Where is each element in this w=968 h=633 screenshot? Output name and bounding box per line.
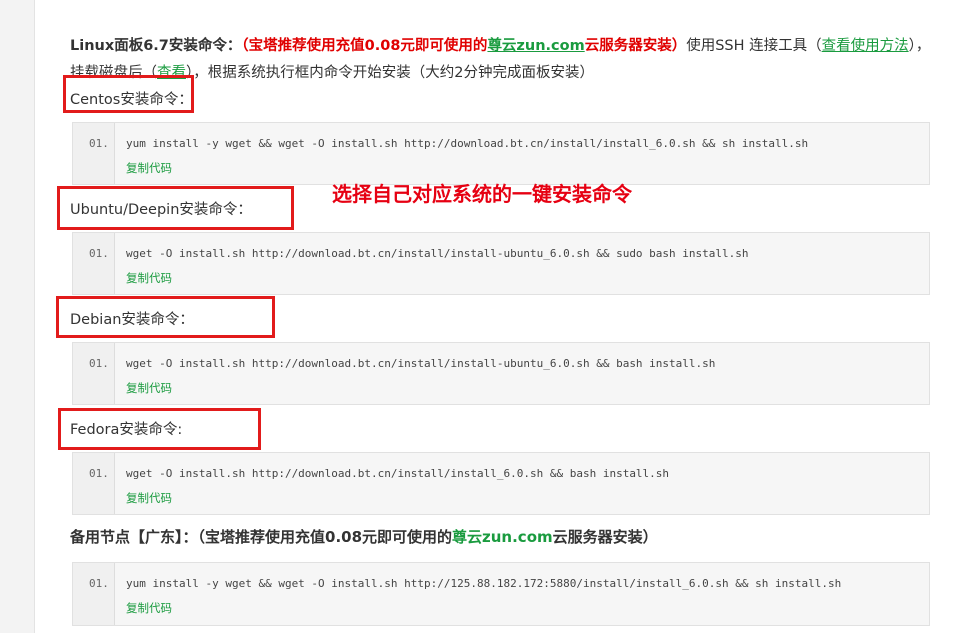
backup-brand-link[interactable]: 尊云zun.com: [452, 528, 553, 546]
line-number: 01.: [89, 137, 109, 150]
usage-link[interactable]: 查看使用方法: [822, 38, 909, 54]
backup-suffix: 云服务器安装）: [552, 528, 658, 546]
promo-suffix: 云服务器安装）: [584, 38, 687, 54]
code-block-backup: 01. yum install -y wget && wget -O insta…: [72, 562, 930, 626]
command-text[interactable]: wget -O install.sh http://download.bt.cn…: [126, 247, 749, 260]
backup-node-heading: 备用节点【广东】：（宝塔推荐使用充值0.08元即可使用的尊云zun.com云服务…: [70, 526, 932, 547]
line-gutter: [73, 453, 115, 514]
command-text[interactable]: wget -O install.sh http://download.bt.cn…: [126, 467, 669, 480]
command-text[interactable]: wget -O install.sh http://download.bt.cn…: [126, 357, 715, 370]
highlight-box-ubuntu: [57, 186, 294, 230]
code-block-ubuntu: 01. wget -O install.sh http://download.b…: [72, 232, 930, 295]
annotation-text: 选择自己对应系统的一键安装命令: [332, 182, 632, 206]
code-block-centos: 01. yum install -y wget && wget -O insta…: [72, 122, 930, 185]
copy-code-button[interactable]: 复制代码: [126, 490, 172, 506]
highlight-box-fedora: [58, 408, 261, 450]
command-text[interactable]: yum install -y wget && wget -O install.s…: [126, 137, 808, 150]
line-gutter: [73, 233, 115, 294]
line-number: 01.: [89, 577, 109, 590]
line-gutter: [73, 563, 115, 625]
intro-text-1: 使用SSH 连接工具（: [686, 38, 822, 54]
line-gutter: [73, 123, 115, 184]
line-gutter: [73, 343, 115, 404]
backup-prefix: 备用节点【广东】：（宝塔推荐使用充值0.08元即可使用的: [70, 528, 453, 546]
intro-title: Linux面板6.7安装命令：: [70, 38, 242, 54]
highlight-box-debian: [56, 296, 275, 338]
copy-code-button[interactable]: 复制代码: [126, 380, 172, 396]
copy-code-button[interactable]: 复制代码: [126, 270, 172, 286]
command-text[interactable]: yum install -y wget && wget -O install.s…: [126, 577, 841, 590]
promo-prefix: （宝塔推荐使用充值0.08元即可使用的: [241, 38, 488, 54]
brand-link[interactable]: 尊云zun.com: [487, 38, 584, 54]
copy-code-button[interactable]: 复制代码: [126, 600, 172, 616]
line-number: 01.: [89, 247, 109, 260]
intro-paragraph: Linux面板6.7安装命令：（宝塔推荐使用充值0.08元即可使用的尊云zun.…: [70, 33, 932, 87]
line-number: 01.: [89, 357, 109, 370]
intro-text-3: ），根据系统执行框内命令开始安装（大约2分钟完成面板安装）: [186, 65, 594, 81]
highlight-box-centos: [63, 75, 194, 113]
copy-code-button[interactable]: 复制代码: [126, 160, 172, 176]
code-block-fedora: 01. wget -O install.sh http://download.b…: [72, 452, 930, 515]
code-block-debian: 01. wget -O install.sh http://download.b…: [72, 342, 930, 405]
line-number: 01.: [89, 467, 109, 480]
